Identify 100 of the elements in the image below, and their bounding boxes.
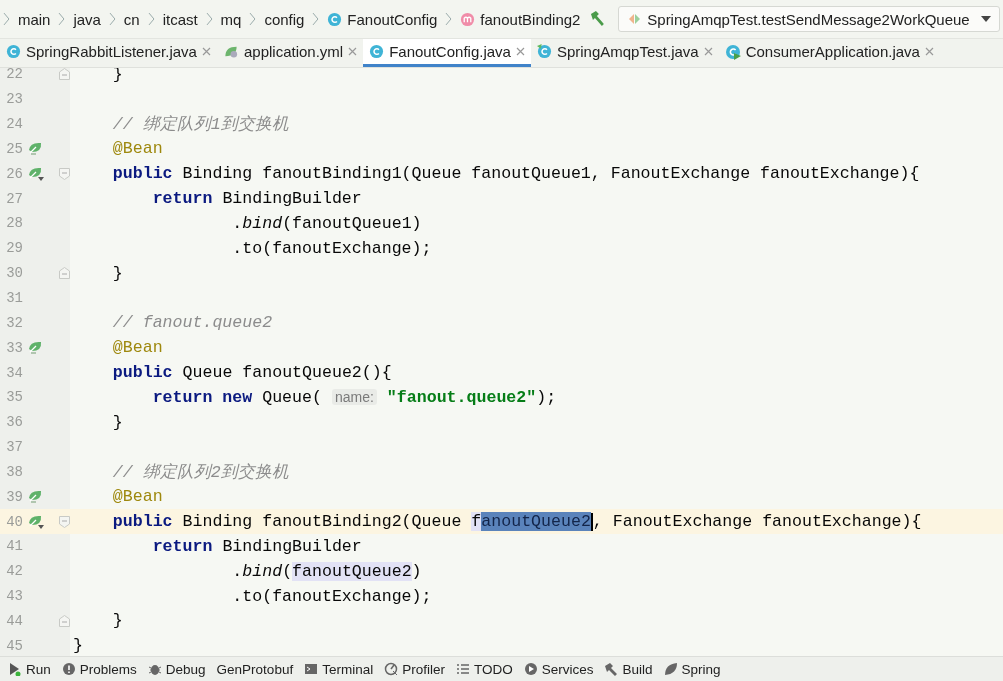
line-number: 25 <box>5 140 23 157</box>
close-icon[interactable] <box>515 47 525 56</box>
line-number: 28 <box>5 215 23 232</box>
line-number: 26 <box>5 165 23 182</box>
line-number: 29 <box>5 240 23 257</box>
code-line: public Binding fanoutBinding2(Queue fanoutQueue2, FanoutExchange fanoutExchange){ <box>111 511 922 534</box>
line-number: 45 <box>5 637 23 654</box>
line-number: 35 <box>5 389 23 406</box>
code-line: .to(fanoutExchange); <box>231 585 432 608</box>
code-line: @Bean <box>111 337 163 360</box>
terminal-icon <box>304 662 319 676</box>
code-comment: // 绑定队列1到交换机 <box>111 114 289 137</box>
tool-window-button[interactable]: Spring <box>661 661 730 677</box>
breadcrumb-item[interactable]: fanoutBinding2 <box>452 10 589 28</box>
fold-marker-icon[interactable] <box>59 615 70 627</box>
profiler-icon <box>384 662 399 676</box>
tool-window-button[interactable]: Debug <box>145 661 215 677</box>
breadcrumb-item[interactable]: main <box>9 10 59 28</box>
line-number: 39 <box>5 488 23 505</box>
code-line: .to(fanoutExchange); <box>231 237 432 260</box>
breadcrumb-item[interactable]: FanoutConfig <box>319 10 446 28</box>
line-number: 27 <box>5 190 23 207</box>
line-number: 40 <box>5 513 23 530</box>
close-icon[interactable] <box>201 47 211 56</box>
test-class-icon <box>536 44 552 59</box>
chevron-icon <box>205 12 213 26</box>
line-number: 24 <box>5 116 23 133</box>
code-line: @Bean <box>111 486 163 509</box>
close-icon[interactable] <box>348 47 358 56</box>
line-number: 30 <box>5 265 23 282</box>
fold-marker-icon[interactable] <box>59 515 70 528</box>
close-icon[interactable] <box>703 47 713 56</box>
code-line: return new Queue( name: "fanout.queue2"); <box>151 386 557 409</box>
leaf-icon <box>663 662 678 676</box>
tool-window-button[interactable]: Profiler <box>382 661 454 677</box>
bug-icon <box>147 662 162 676</box>
code-line: @Bean <box>111 138 163 161</box>
run-configuration-dropdown[interactable]: SpringAmqpTest.testSendMessage2WorkQueue <box>618 6 1000 32</box>
breadcrumb-item[interactable]: itcast <box>154 10 206 28</box>
test-config-icon <box>627 12 642 26</box>
app-class-icon <box>724 43 741 60</box>
close-icon[interactable] <box>924 47 934 56</box>
line-number: 41 <box>5 538 23 555</box>
code-comment: // 绑定队列2到交换机 <box>111 461 289 484</box>
class-icon <box>6 44 21 59</box>
line-number: 22 <box>5 68 23 83</box>
tool-window-button[interactable]: Problems <box>59 661 146 677</box>
line-number: 44 <box>5 613 23 629</box>
warning-icon <box>61 662 76 676</box>
chevron-icon <box>58 12 66 26</box>
chevron-icon <box>3 12 10 26</box>
chevron-icon <box>312 12 320 26</box>
code-line: return BindingBuilder <box>151 535 362 558</box>
code-line: return BindingBuilder <box>151 188 362 211</box>
line-number: 32 <box>5 314 23 331</box>
line-number: 36 <box>5 414 23 431</box>
code-line: .bind(fanoutQueue1) <box>231 213 422 235</box>
tool-window-button[interactable]: Terminal <box>302 661 383 677</box>
run-icon <box>8 662 22 676</box>
line-number: 23 <box>5 91 23 108</box>
line-number: 42 <box>5 563 23 580</box>
services-icon <box>523 662 538 676</box>
code-line: public Queue fanoutQueue2(){ <box>111 362 392 385</box>
line-number: 34 <box>5 364 23 381</box>
bean-link-icon[interactable] <box>27 165 45 182</box>
chevron-icon <box>445 12 453 26</box>
breadcrumb-item[interactable]: cn <box>115 10 148 28</box>
code-line: } <box>111 411 123 434</box>
tool-window-button[interactable]: Build <box>602 661 662 677</box>
code-line: } <box>111 262 123 285</box>
tool-window-button[interactable]: GenProtobuf <box>214 661 303 677</box>
list-icon <box>455 662 470 676</box>
fold-marker-icon[interactable] <box>59 68 70 81</box>
class-icon <box>369 44 385 59</box>
method-icon <box>460 11 476 27</box>
line-number: 31 <box>5 290 23 306</box>
hammer-icon <box>604 662 619 676</box>
line-number: 43 <box>5 588 23 605</box>
class-icon <box>327 11 343 27</box>
leaf-file-icon <box>222 44 239 59</box>
fold-marker-icon[interactable] <box>59 167 70 180</box>
caret-icon <box>981 16 991 22</box>
chevron-icon <box>147 12 155 26</box>
tool-window-button[interactable]: TODO <box>453 661 522 677</box>
bean-link-icon[interactable] <box>27 513 45 530</box>
code-comment: // fanout.queue2 <box>111 312 273 335</box>
line-number: 33 <box>5 339 23 356</box>
chevron-icon <box>249 12 257 26</box>
line-number: 37 <box>5 439 23 456</box>
breadcrumb-item[interactable]: java <box>65 10 109 28</box>
fold-marker-icon[interactable] <box>59 267 70 280</box>
breadcrumb-item[interactable]: mq <box>212 10 250 28</box>
chevron-icon <box>108 12 116 26</box>
tool-window-button[interactable]: Services <box>521 661 603 677</box>
tool-window-button[interactable]: Run <box>6 661 60 677</box>
code-line: } <box>72 635 83 656</box>
editor-tab[interactable]: FanoutConfig.java <box>363 39 531 67</box>
code-line: } <box>111 610 123 633</box>
line-number: 38 <box>5 463 23 480</box>
breadcrumb-item[interactable]: config <box>256 10 313 28</box>
